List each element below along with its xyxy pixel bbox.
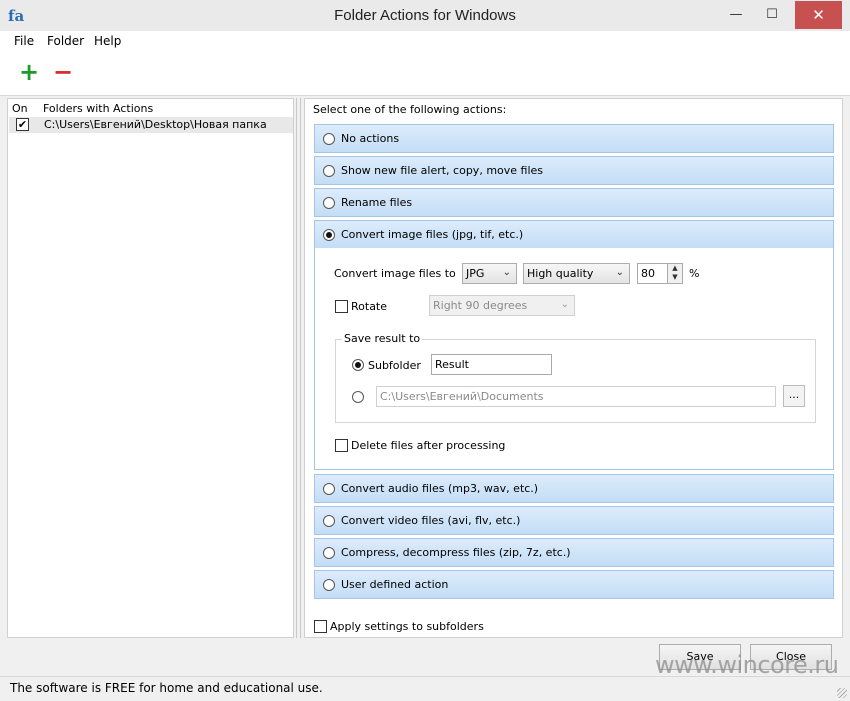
- action-label: Show new file alert, copy, move files: [341, 164, 544, 177]
- action-radio[interactable]: [323, 165, 335, 177]
- action-radio[interactable]: [323, 229, 335, 241]
- format-value: JPG: [466, 267, 485, 280]
- panel-splitter[interactable]: [294, 98, 304, 638]
- action-radio[interactable]: [323, 483, 335, 495]
- quality-percent-input[interactable]: 80: [637, 263, 668, 284]
- menu-help[interactable]: Help: [94, 34, 121, 48]
- menu-folder[interactable]: Folder: [47, 34, 84, 48]
- action-rename-files[interactable]: Rename files: [314, 188, 834, 217]
- browse-button[interactable]: ...: [783, 385, 805, 407]
- apply-subfolders-checkbox[interactable]: [314, 620, 327, 633]
- action-label: Rename files: [341, 196, 413, 209]
- percent-sign: %: [689, 267, 700, 280]
- action-label: Compress, decompress files (zip, 7z, etc…: [341, 546, 571, 559]
- folder-enabled-checkbox[interactable]: ✔: [16, 118, 29, 131]
- quality-select[interactable]: High quality ⌄: [523, 263, 630, 284]
- action-label: Convert video files (avi, flv, etc.): [341, 514, 521, 527]
- custom-path-value: C:\Users\Евгений\Documents: [380, 390, 544, 403]
- subfolder-label: Subfolder: [368, 359, 421, 372]
- watermark: www.wincore.ru: [655, 651, 839, 679]
- delete-files-checkbox[interactable]: [335, 439, 348, 452]
- toolbar: + −: [0, 51, 850, 96]
- custom-path-radio[interactable]: [352, 391, 364, 403]
- actions-panel: Select one of the following actions: No …: [304, 98, 843, 638]
- action-label: User defined action: [341, 578, 449, 591]
- minimize-button[interactable]: —: [722, 1, 750, 29]
- title-bar: fa Folder Actions for Windows — ☐ ✕: [0, 0, 850, 31]
- quality-percent-value: 80: [641, 267, 655, 280]
- action-label: Convert audio files (mp3, wav, etc.): [341, 482, 539, 495]
- chevron-down-icon: ⌄: [560, 299, 569, 310]
- subfolder-radio[interactable]: [352, 359, 364, 371]
- chevron-down-icon: ⌄: [615, 267, 624, 278]
- action-convert-video[interactable]: Convert video files (avi, flv, etc.): [314, 506, 834, 535]
- rotate-checkbox[interactable]: [335, 300, 348, 313]
- subfolder-input[interactable]: Result: [431, 354, 552, 375]
- column-header-folders[interactable]: Folders with Actions: [43, 102, 153, 115]
- action-no-actions[interactable]: No actions: [314, 124, 834, 153]
- action-compress[interactable]: Compress, decompress files (zip, 7z, etc…: [314, 538, 834, 567]
- apply-subfolders-label: Apply settings to subfolders: [330, 620, 484, 633]
- action-radio[interactable]: [323, 579, 335, 591]
- chevron-down-icon: ⌄: [502, 267, 511, 278]
- folder-path: C:\Users\Евгений\Desktop\Новая папка: [44, 118, 267, 131]
- rotate-select[interactable]: Right 90 degrees ⌄: [429, 295, 575, 316]
- actions-prompt: Select one of the following actions:: [313, 103, 507, 116]
- action-user-defined[interactable]: User defined action: [314, 570, 834, 599]
- resize-grip-icon[interactable]: [837, 688, 847, 698]
- format-select[interactable]: JPG ⌄: [462, 263, 517, 284]
- action-show-alert[interactable]: Show new file alert, copy, move files: [314, 156, 834, 185]
- action-convert-images[interactable]: Convert image files (jpg, tif, etc.): [314, 220, 834, 249]
- convert-label: Convert image files to: [334, 267, 456, 280]
- remove-folder-icon[interactable]: −: [52, 60, 74, 84]
- save-result-title: Save result to: [342, 332, 423, 345]
- status-text: The software is FREE for home and educat…: [10, 681, 323, 695]
- action-radio[interactable]: [323, 515, 335, 527]
- action-radio[interactable]: [323, 547, 335, 559]
- action-convert-audio[interactable]: Convert audio files (mp3, wav, etc.): [314, 474, 834, 503]
- custom-path-input[interactable]: C:\Users\Евгений\Documents: [376, 386, 776, 407]
- maximize-button[interactable]: ☐: [758, 1, 786, 29]
- menu-bar: File Folder Help: [0, 31, 850, 51]
- rotate-label: Rotate: [351, 300, 388, 313]
- delete-files-label: Delete files after processing: [351, 439, 506, 452]
- add-folder-icon[interactable]: +: [18, 60, 40, 84]
- save-result-group: Save result to Subfolder Result C:\Users…: [335, 332, 816, 423]
- action-radio[interactable]: [323, 133, 335, 145]
- subfolder-value: Result: [435, 358, 469, 371]
- quality-value: High quality: [527, 267, 594, 280]
- close-window-button[interactable]: ✕: [795, 1, 842, 29]
- rotate-value: Right 90 degrees: [433, 299, 528, 312]
- convert-image-settings: Convert image files to JPG ⌄ High qualit…: [314, 248, 834, 470]
- folders-list: On Folders with Actions ✔ C:\Users\Евген…: [7, 98, 294, 638]
- action-label: No actions: [341, 132, 400, 145]
- list-item[interactable]: ✔ C:\Users\Евгений\Desktop\Новая папка: [9, 117, 293, 133]
- status-bar: The software is FREE for home and educat…: [0, 676, 850, 701]
- action-radio[interactable]: [323, 197, 335, 209]
- menu-file[interactable]: File: [14, 34, 34, 48]
- action-label: Convert image files (jpg, tif, etc.): [341, 228, 524, 241]
- column-header-on: On: [12, 102, 28, 115]
- percent-stepper[interactable]: ▲ ▼: [667, 263, 683, 284]
